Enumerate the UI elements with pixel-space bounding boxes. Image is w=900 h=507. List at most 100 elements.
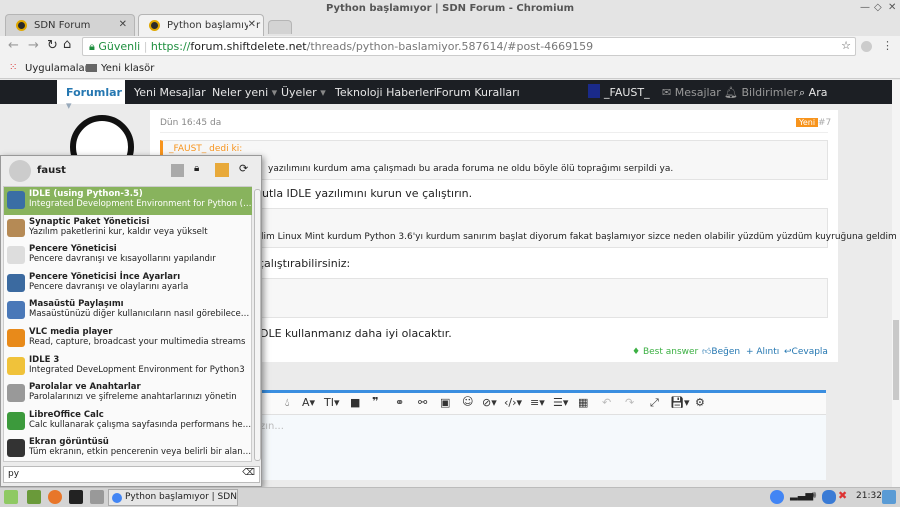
sdn-favicon-icon: [149, 20, 160, 31]
clock[interactable]: 21:32: [856, 491, 882, 501]
taskbar-window-button[interactable]: Python başlamıyor | SDN Fo...: [108, 489, 238, 506]
post-text: DLE kullanmanız daha iyi olacaktır.: [260, 327, 452, 340]
tab-sdn-forum[interactable]: SDN Forum ✕: [5, 14, 135, 36]
nav-whats-new[interactable]: Neler yeni ▾: [212, 86, 277, 99]
image-icon[interactable]: ▣: [440, 396, 450, 409]
app-description: Pencere davranışı ve olaylarını ayarla: [29, 281, 189, 292]
security-shield-icon[interactable]: ✖: [838, 489, 847, 502]
forward-button[interactable]: →: [28, 38, 39, 53]
bookmark-apps[interactable]: Uygulamalar: [25, 63, 89, 74]
app-result-item[interactable]: Masaüstü Paylaşımı Masaüstünüzü diğer kul…: [4, 297, 252, 325]
tab-python[interactable]: Python başlamıyor | SD✕: [138, 14, 264, 36]
close-window-button[interactable]: ✕: [888, 2, 896, 13]
app-result-item[interactable]: Synaptic Paket Yöneticisi Yazılım paketle…: [4, 215, 252, 243]
app-title: LibreOffice Calc: [29, 409, 104, 420]
restart-icon[interactable]: ⟳: [239, 162, 248, 175]
address-bar[interactable]: 🔒︎ Güvenli | https://forum.shiftdelete.n…: [82, 37, 856, 56]
bluetooth-icon[interactable]: [822, 490, 836, 504]
app-description: Integrated Development Environment for P…: [29, 199, 252, 209]
minimize-button[interactable]: —: [860, 2, 870, 13]
close-tab-icon[interactable]: ✕: [247, 19, 256, 30]
nav-new-posts[interactable]: Yeni Mesajlar: [134, 86, 206, 99]
list-icon[interactable]: ☰▾: [553, 396, 568, 409]
color-icon[interactable]: 💧︎: [285, 396, 289, 410]
nav-members[interactable]: Üyeler ▾: [281, 86, 326, 99]
nav-messages[interactable]: ✉ Mesajlar: [662, 86, 721, 99]
settings-gear-icon[interactable]: ⚙: [695, 396, 705, 409]
nav-rules[interactable]: Forum Kuralları: [436, 86, 520, 99]
mint-menu-icon[interactable]: [4, 490, 18, 504]
clear-search-icon[interactable]: ⌫: [242, 468, 255, 478]
menu-kebab-icon[interactable]: ⋮: [882, 39, 893, 52]
chevron-down-icon: ▾: [320, 86, 326, 99]
volume-icon[interactable]: 🔊︎: [810, 490, 816, 501]
chromium-icon: [112, 493, 122, 503]
bookmark-folder[interactable]: Yeni klasör: [101, 63, 154, 74]
post-date[interactable]: Dün 16:45 da: [160, 118, 221, 128]
app-icon: [7, 301, 25, 320]
align-icon[interactable]: ≡▾: [530, 396, 545, 409]
app-icon: [7, 218, 25, 237]
font-icon[interactable]: A▾: [302, 396, 315, 409]
like-link[interactable]: 👍︎Beğen: [702, 347, 740, 357]
link-icon[interactable]: ⚭: [395, 396, 404, 409]
code-icon[interactable]: ‹/›▾: [504, 396, 522, 409]
nav-forumlar[interactable]: Forumlar ▾: [57, 80, 125, 112]
editor-placeholder: zın...: [260, 421, 284, 432]
lock-screen-icon[interactable]: 🔒︎: [194, 163, 199, 174]
app-result-item[interactable]: Parolalar ve Anahtarlar Parolalarınızı ve…: [4, 380, 252, 408]
firefox-icon[interactable]: [48, 490, 62, 504]
quote-icon[interactable]: ❞: [372, 395, 378, 408]
close-tab-icon[interactable]: ✕: [119, 19, 127, 30]
menu-scrollbar[interactable]: [254, 189, 261, 461]
smiley-icon[interactable]: ☺: [462, 395, 473, 408]
settings-icon[interactable]: [171, 164, 184, 177]
user-avatar[interactable]: [588, 84, 600, 98]
unlink-icon[interactable]: ⚯: [418, 396, 427, 409]
app-description: Pencere davranışı ve kısayollarını yapıl…: [29, 254, 216, 265]
menu-search-input[interactable]: py ⌫: [3, 466, 260, 483]
undo-icon[interactable]: ↶: [602, 396, 611, 409]
terminal-icon[interactable]: [69, 490, 83, 504]
app-result-item[interactable]: VLC media player Read, capture, broadcast…: [4, 325, 252, 353]
app-result-item[interactable]: IDLE (using Python-3.5) Integrated Develo…: [4, 187, 252, 215]
nav-alerts[interactable]: 🔔︎ Bildirimler: [724, 86, 798, 99]
save-draft-icon[interactable]: 💾︎▾: [670, 396, 690, 409]
quote-link[interactable]: + Alıntı: [746, 347, 779, 357]
nav-search[interactable]: ⌕ Ara: [799, 86, 827, 100]
nav-tech-news[interactable]: Teknoloji Haberleri: [335, 86, 437, 99]
font-size-icon[interactable]: TI▾: [324, 396, 340, 409]
page-scrollbar[interactable]: [892, 80, 900, 487]
new-tab-button[interactable]: [268, 20, 292, 34]
app-result-item[interactable]: Ekran görüntüsü Tüm ekranın, etkin pencer…: [4, 435, 252, 463]
app-result-item[interactable]: LibreOffice Calc Calc kullanarak çalışma …: [4, 408, 252, 436]
home-button[interactable]: ⌂: [63, 37, 71, 52]
show-desktop-icon[interactable]: [27, 490, 41, 504]
fullscreen-icon[interactable]: ⤢: [650, 396, 659, 410]
maximize-button[interactable]: ◇: [874, 2, 882, 13]
secure-label: Güvenli: [98, 40, 141, 53]
chromium-tray-icon[interactable]: [770, 490, 784, 504]
table-icon[interactable]: ▦: [578, 396, 588, 409]
app-result-item[interactable]: IDLE 3 Integrated DeveLopment Environment…: [4, 353, 252, 381]
diamond-icon: ♦: [632, 347, 641, 357]
logout-icon[interactable]: [215, 163, 229, 177]
post-number[interactable]: #7: [818, 118, 831, 128]
app-result-item[interactable]: Pencere Yöneticisi Pencere davranışı ve k…: [4, 242, 252, 270]
best-answer-link[interactable]: ♦ Best answer: [632, 347, 698, 357]
redo-icon[interactable]: ↷: [625, 396, 634, 409]
app-result-item[interactable]: Pencere Yöneticisi İnce Ayarları Pencere …: [4, 270, 252, 298]
bookmark-star-icon[interactable]: ☆: [841, 39, 851, 52]
hide-icon[interactable]: ⊘▾: [482, 396, 497, 409]
reply-link[interactable]: ↩Cevapla: [784, 347, 828, 357]
back-button[interactable]: ←: [8, 38, 19, 53]
files-icon[interactable]: [90, 490, 104, 504]
app-title: VLC media player: [29, 327, 113, 337]
reload-button[interactable]: ↻: [47, 38, 58, 53]
reply-arrow-icon: ↩: [784, 347, 792, 357]
workspace-icon[interactable]: [882, 490, 896, 504]
quote-author[interactable]: _FAUST_ dedi ki:: [169, 144, 242, 154]
extension-icon[interactable]: [861, 41, 872, 52]
nav-user[interactable]: _FAUST_: [604, 86, 650, 99]
video-icon[interactable]: ■: [350, 396, 360, 409]
